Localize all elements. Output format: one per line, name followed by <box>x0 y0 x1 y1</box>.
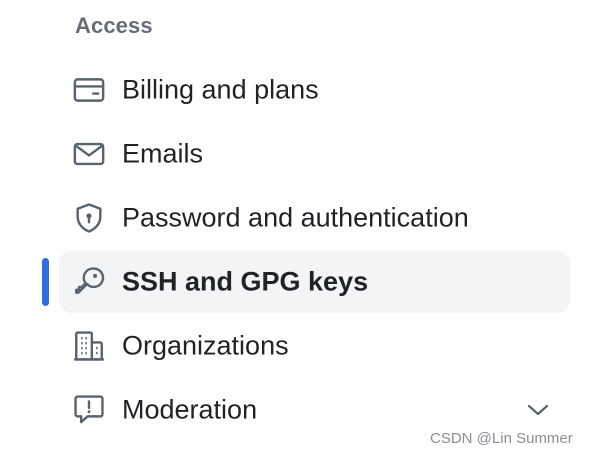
sidebar-item-billing[interactable]: Billing and plans <box>59 59 570 121</box>
organization-icon <box>72 329 106 363</box>
watermark: CSDN @Lin Summer <box>430 430 573 447</box>
sidebar-item-label: Organizations <box>122 330 289 361</box>
credit-card-icon <box>72 73 106 107</box>
key-icon <box>72 265 106 299</box>
sidebar-item-label: Moderation <box>122 394 258 425</box>
sidebar-item-label: Emails <box>122 138 204 169</box>
sidebar-item-label: Password and authentication <box>122 202 469 233</box>
mail-icon <box>72 137 106 171</box>
chevron-down-icon[interactable] <box>526 400 550 420</box>
sidebar-item-password[interactable]: Password and authentication <box>59 187 570 249</box>
sidebar-item-label: Billing and plans <box>122 74 319 105</box>
shield-lock-icon <box>72 201 106 235</box>
sidebar-item-emails[interactable]: Emails <box>59 123 570 185</box>
section-heading-access: Access <box>75 13 153 38</box>
sidebar-item-label: SSH and GPG keys <box>122 266 369 297</box>
sidebar-item-organizations[interactable]: Organizations <box>59 315 570 377</box>
report-icon <box>72 393 106 427</box>
sidebar-item-ssh-gpg-keys[interactable]: SSH and GPG keys <box>59 251 570 313</box>
active-indicator <box>42 258 49 306</box>
